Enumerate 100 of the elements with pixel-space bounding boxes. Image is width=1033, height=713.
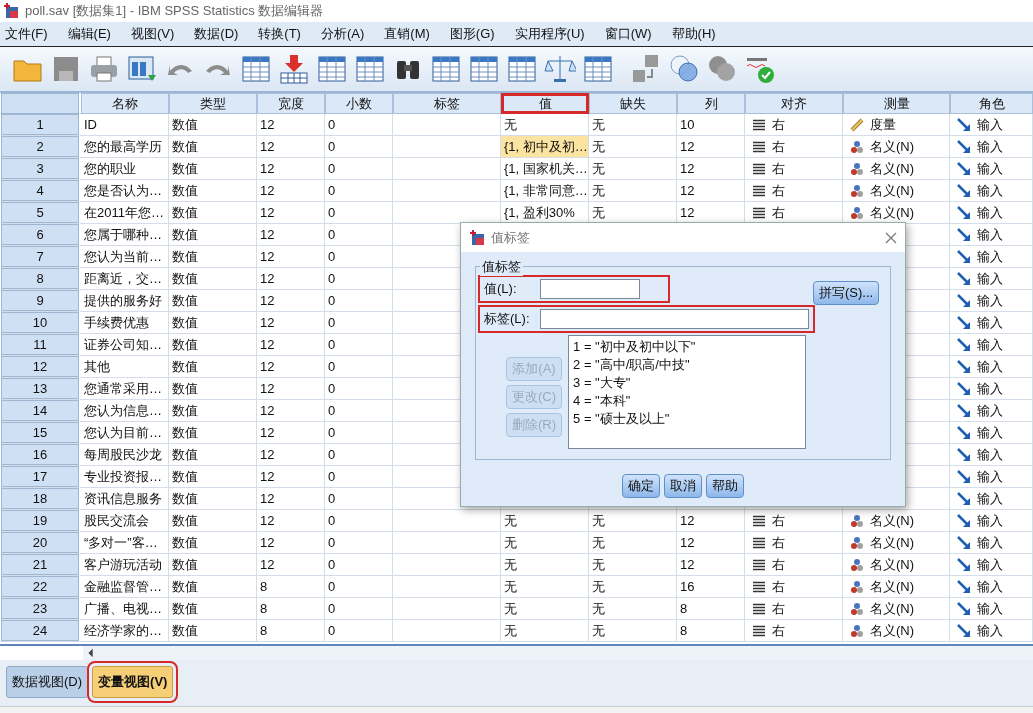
menu-item[interactable]: 文件(F) [0, 25, 55, 43]
table-cell-text: 右 [772, 512, 785, 530]
grid-icon[interactable] [506, 53, 538, 85]
align-right-icon [752, 183, 766, 198]
list-item[interactable]: 3 = "大专" [573, 374, 802, 392]
align-right-icon [752, 205, 766, 220]
row-number[interactable]: 20 [1, 532, 79, 553]
menu-item[interactable]: 数据(D) [189, 25, 246, 43]
table-cell: “多对一”客… [81, 532, 169, 553]
menu-item[interactable]: 帮助(H) [666, 25, 723, 43]
column-header[interactable]: 小数 [325, 93, 393, 114]
overlapping-circles-icon[interactable] [668, 53, 700, 85]
menu-item[interactable]: 转换(T) [253, 25, 308, 43]
row-number[interactable]: 21 [1, 554, 79, 575]
column-header[interactable]: 测量 [843, 93, 950, 114]
menu-item[interactable]: 实用程序(U) [509, 25, 592, 43]
column-header[interactable]: 类型 [169, 93, 257, 114]
row-number[interactable]: 11 [1, 334, 79, 355]
row-number[interactable]: 16 [1, 444, 79, 465]
row-number[interactable]: 9 [1, 290, 79, 311]
insert-cases-icon[interactable] [278, 53, 310, 85]
list-item[interactable]: 1 = "初中及初中以下" [573, 338, 802, 356]
row-number[interactable]: 22 [1, 576, 79, 597]
menu-item[interactable]: 图形(G) [444, 25, 502, 43]
menu-item[interactable]: 直销(M) [379, 25, 437, 43]
row-number[interactable]: 17 [1, 466, 79, 487]
row-number[interactable]: 5 [1, 202, 79, 223]
row-number[interactable]: 1 [1, 114, 79, 135]
row-number[interactable]: 19 [1, 510, 79, 531]
row-number[interactable]: 7 [1, 246, 79, 267]
grid-icon[interactable] [582, 53, 614, 85]
arrow-icon [957, 139, 971, 154]
table-cell: 12 [257, 268, 325, 289]
row-number[interactable]: 24 [1, 620, 79, 641]
list-item[interactable]: 5 = "硕士及以上" [573, 410, 802, 428]
table-cell-text: 输入 [977, 424, 1003, 442]
table-cell: 其他 [81, 356, 169, 377]
dialog-button[interactable]: 确定 [622, 474, 660, 498]
menu-item[interactable]: 窗口(W) [599, 25, 659, 43]
scroll-left-icon[interactable] [86, 647, 96, 659]
table-cell: 数值 [169, 290, 257, 311]
table-cell: 数值 [169, 378, 257, 399]
column-header[interactable]: 宽度 [257, 93, 325, 114]
table-cell: 12 [257, 334, 325, 355]
row-number[interactable]: 14 [1, 400, 79, 421]
list-item[interactable]: 4 = "本科" [573, 392, 802, 410]
column-header[interactable]: 标签 [393, 93, 501, 114]
column-header[interactable]: 角色 [950, 93, 1033, 114]
column-header[interactable]: 值 [501, 93, 589, 114]
three-balls-icon [850, 579, 864, 594]
table-cell: 无 [589, 554, 677, 575]
row-number[interactable]: 15 [1, 422, 79, 443]
column-header[interactable]: 对齐 [745, 93, 843, 114]
table-cell-text: 输入 [977, 204, 1003, 222]
arrow-icon [957, 535, 971, 550]
list-item[interactable]: 2 = "高中/职高/中技" [573, 356, 802, 374]
table-cell-text: 右 [772, 160, 785, 178]
table-cell-text: 输入 [977, 138, 1003, 156]
table-cell: 无 [589, 620, 677, 641]
table-cell: 0 [325, 620, 393, 641]
horizontal-scrollbar[interactable] [83, 646, 1033, 660]
column-header[interactable]: 名称 [81, 93, 169, 114]
row-number[interactable]: 4 [1, 180, 79, 201]
spelling-button[interactable]: 拼写(S)... [813, 281, 880, 305]
close-icon[interactable] [885, 231, 897, 244]
table-cell-text: 右 [772, 138, 785, 156]
menu-item[interactable]: 分析(A) [315, 25, 372, 43]
row-number[interactable]: 10 [1, 312, 79, 333]
table-cell: 客户游玩活动 [81, 554, 169, 575]
three-balls-icon [850, 601, 864, 616]
dialog-button[interactable]: 帮助 [706, 474, 744, 498]
grid-icon[interactable] [430, 53, 462, 85]
table-cell: 0 [325, 378, 393, 399]
view-tab[interactable]: 数据视图(D) [6, 666, 89, 698]
grid-icon[interactable] [240, 53, 272, 85]
column-header[interactable]: 缺失 [589, 93, 677, 114]
grid-icon[interactable] [316, 53, 348, 85]
input-field[interactable] [539, 309, 809, 329]
row-number[interactable]: 8 [1, 268, 79, 289]
row-number[interactable]: 2 [1, 136, 79, 157]
column-header[interactable]: 列 [677, 93, 745, 114]
table-cell: 0 [325, 466, 393, 487]
row-number[interactable]: 6 [1, 224, 79, 245]
row-number[interactable]: 23 [1, 598, 79, 619]
grid-icon[interactable] [354, 53, 386, 85]
menu-item[interactable]: 视图(V) [125, 25, 182, 43]
row-number[interactable]: 3 [1, 158, 79, 179]
dialog-button[interactable]: 取消 [664, 474, 702, 498]
grid-icon[interactable] [468, 53, 500, 85]
table-cell: 股民交流会 [81, 510, 169, 531]
printer-icon[interactable] [88, 53, 120, 85]
menu-item[interactable]: 编辑(E) [62, 25, 118, 43]
row-number[interactable]: 13 [1, 378, 79, 399]
row-number[interactable]: 18 [1, 488, 79, 509]
input-field[interactable] [540, 279, 640, 299]
table-cell: 无 [501, 554, 589, 575]
table-cell: 无 [589, 180, 677, 201]
row-number[interactable]: 12 [1, 356, 79, 377]
table-cell-text: 名义(N) [870, 160, 915, 178]
balance-scale-icon[interactable] [544, 53, 576, 85]
